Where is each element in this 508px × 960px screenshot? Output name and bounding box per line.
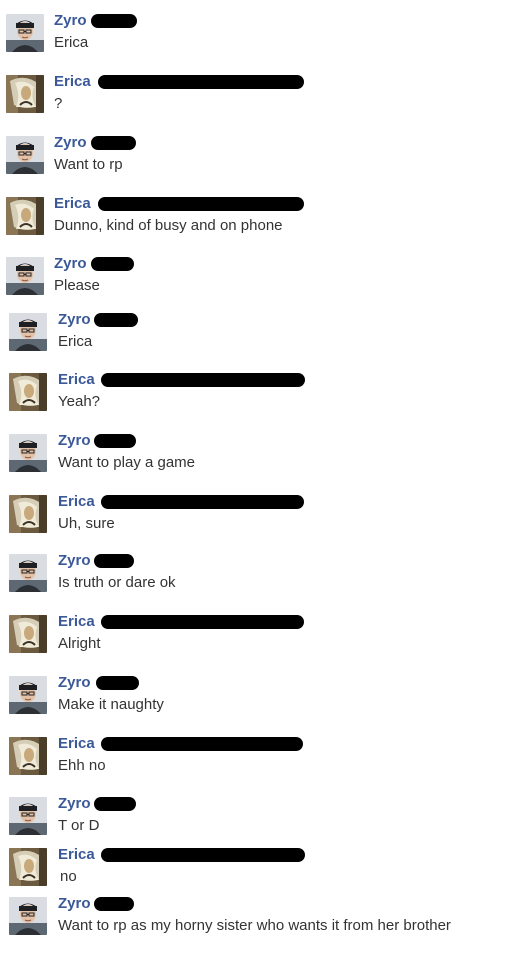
zyro-avatar-icon[interactable] bbox=[9, 554, 47, 592]
message-text: Make it naughty bbox=[58, 696, 164, 713]
erica-avatar-icon[interactable] bbox=[9, 373, 47, 411]
erica-avatar-icon[interactable] bbox=[9, 615, 47, 653]
message-text: Please bbox=[54, 277, 100, 294]
message-text: Want to rp bbox=[54, 156, 123, 173]
zyro-avatar-icon[interactable] bbox=[9, 897, 47, 935]
message-text: Erica bbox=[54, 34, 89, 51]
message-text: Want to play a game bbox=[58, 454, 196, 471]
message-text: ? bbox=[54, 95, 63, 112]
zyro-avatar-icon[interactable] bbox=[9, 676, 47, 714]
erica-avatar-icon[interactable] bbox=[9, 848, 47, 886]
message-row: Zyro Want to rp bbox=[0, 134, 508, 188]
message-row: Zyro Make it naughty bbox=[0, 674, 508, 728]
erica-avatar-icon[interactable] bbox=[6, 75, 44, 113]
message-row: Zyro Is truth or dare ok bbox=[0, 552, 508, 606]
erica-avatar-icon[interactable] bbox=[9, 737, 47, 775]
zyro-avatar-icon[interactable] bbox=[6, 14, 44, 52]
message-row: Erica Dunno, kind of busy and on phone bbox=[0, 195, 508, 249]
zyro-avatar-icon[interactable] bbox=[9, 434, 47, 472]
redaction-bar bbox=[94, 554, 134, 568]
sender-name[interactable]: Erica bbox=[58, 846, 95, 863]
message-row: Zyro T or D bbox=[0, 795, 508, 849]
sender-name[interactable]: Zyro bbox=[54, 255, 87, 272]
message-text: Want to rp as my horny sister who wants … bbox=[58, 917, 451, 934]
message-row: Zyro Please bbox=[0, 255, 508, 309]
sender-name[interactable]: Zyro bbox=[58, 895, 91, 912]
redaction-bar bbox=[98, 197, 304, 211]
message-row: Erica no bbox=[0, 846, 508, 900]
sender-name[interactable]: Zyro bbox=[58, 552, 91, 569]
message-text: Dunno, kind of busy and on phone bbox=[54, 217, 283, 234]
message-row: Erica ? bbox=[0, 73, 508, 127]
message-text: Is truth or dare ok bbox=[58, 574, 176, 591]
sender-name[interactable]: Zyro bbox=[54, 12, 87, 29]
message-row: Erica Ehh no bbox=[0, 735, 508, 789]
message-row: Zyro Erica bbox=[0, 12, 508, 66]
redaction-bar bbox=[94, 897, 134, 911]
message-text: T or D bbox=[58, 817, 100, 834]
erica-avatar-icon[interactable] bbox=[9, 495, 47, 533]
message-row: Zyro Want to play a game bbox=[0, 432, 508, 486]
redaction-bar bbox=[94, 313, 138, 327]
zyro-avatar-icon[interactable] bbox=[6, 257, 44, 295]
message-row: Zyro Erica bbox=[0, 311, 508, 365]
sender-name[interactable]: Erica bbox=[54, 73, 91, 90]
sender-name[interactable]: Zyro bbox=[58, 311, 91, 328]
sender-name[interactable]: Erica bbox=[58, 493, 95, 510]
sender-name[interactable]: Erica bbox=[58, 735, 95, 752]
sender-name[interactable]: Zyro bbox=[58, 674, 91, 691]
zyro-avatar-icon[interactable] bbox=[9, 797, 47, 835]
sender-name[interactable]: Zyro bbox=[58, 795, 91, 812]
redaction-bar bbox=[98, 75, 304, 89]
redaction-bar bbox=[91, 136, 136, 150]
redaction-bar bbox=[91, 14, 137, 28]
message-text: Yeah? bbox=[58, 393, 100, 410]
sender-name[interactable]: Zyro bbox=[58, 432, 91, 449]
message-text: no bbox=[60, 868, 77, 885]
erica-avatar-icon[interactable] bbox=[6, 197, 44, 235]
redaction-bar bbox=[101, 373, 305, 387]
message-row: Erica Yeah? bbox=[0, 371, 508, 425]
redaction-bar bbox=[101, 615, 304, 629]
zyro-avatar-icon[interactable] bbox=[6, 136, 44, 174]
redaction-bar bbox=[96, 676, 139, 690]
chat-log: Zyro Erica Erica ? Zyro Want to rp Erica… bbox=[0, 0, 508, 960]
sender-name[interactable]: Zyro bbox=[54, 134, 87, 151]
redaction-bar bbox=[101, 848, 305, 862]
message-text: Ehh no bbox=[58, 757, 106, 774]
message-text: Uh, sure bbox=[58, 515, 115, 532]
sender-name[interactable]: Erica bbox=[58, 371, 95, 388]
zyro-avatar-icon[interactable] bbox=[9, 313, 47, 351]
redaction-bar bbox=[101, 495, 304, 509]
message-row: Erica Uh, sure bbox=[0, 493, 508, 547]
message-row: Erica Alright bbox=[0, 613, 508, 667]
message-text: Alright bbox=[58, 635, 101, 652]
sender-name[interactable]: Erica bbox=[54, 195, 91, 212]
redaction-bar bbox=[94, 797, 136, 811]
sender-name[interactable]: Erica bbox=[58, 613, 95, 630]
redaction-bar bbox=[94, 434, 136, 448]
redaction-bar bbox=[91, 257, 134, 271]
message-row: Zyro Want to rp as my horny sister who w… bbox=[0, 895, 508, 949]
redaction-bar bbox=[101, 737, 303, 751]
message-text: Erica bbox=[58, 333, 93, 350]
